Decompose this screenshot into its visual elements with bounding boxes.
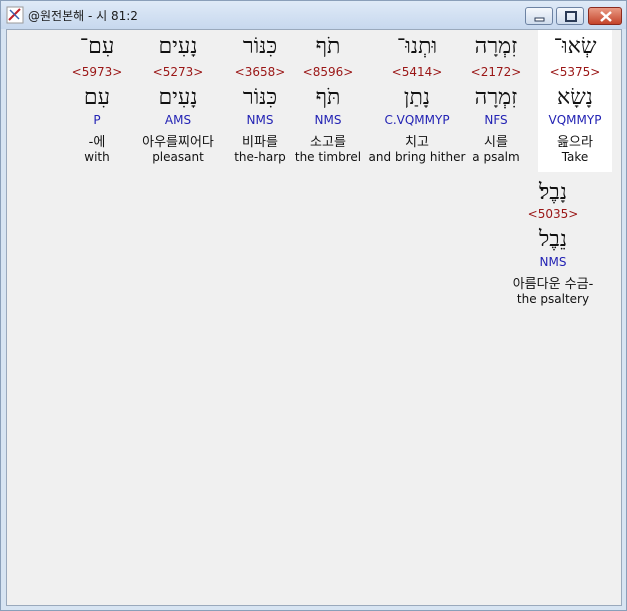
morphology-code: NMS: [246, 113, 274, 127]
morphology-code: NMS: [314, 113, 342, 127]
window-title: @원전본해 - 시 81:2: [28, 9, 138, 23]
korean-gloss: 아우를찌어다: [142, 135, 214, 150]
strong-number[interactable]: <5273>: [127, 65, 229, 79]
english-gloss: the psaltery: [516, 292, 590, 306]
english-gloss: and bring hither: [368, 150, 466, 164]
strong-number[interactable]: <5414>: [364, 65, 470, 79]
hebrew-word: שְׂאוּ־: [553, 34, 597, 59]
strong-number[interactable]: <5035>: [493, 207, 613, 221]
korean-gloss: -에: [88, 135, 106, 150]
hebrew-word: נָבֶל׃: [538, 180, 568, 205]
strong-number[interactable]: <3658>: [227, 65, 293, 79]
hebrew-word: תֹף: [315, 34, 341, 59]
hebrew-lemma: נָעִים: [158, 85, 198, 110]
title-bar[interactable]: @원전본해 - 시 81:2: [1, 1, 626, 29]
korean-gloss: 소고를: [310, 135, 346, 150]
morphology-code: C.VQMMYP: [384, 113, 450, 127]
morphology-code: VQMMYP: [548, 113, 602, 127]
korean-gloss: 아름다운 수금-: [512, 277, 594, 292]
hebrew-lemma: עִם: [83, 85, 111, 110]
hebrew-lemma: כִּנּוֹר: [242, 85, 278, 110]
morphology-code: NMS: [539, 255, 567, 269]
hebrew-lemma: נָשָׂא: [557, 85, 593, 110]
morphology-code: AMS: [164, 113, 192, 127]
korean-gloss: 치고: [405, 135, 429, 150]
english-gloss: the timbrel: [294, 150, 362, 164]
hebrew-word: כִּנּוֹר: [242, 34, 278, 59]
word-column[interactable]: נָבֶל׃ <5035> נֵבֶל NMS 아름다운 수금- the psa…: [493, 176, 613, 312]
app-window: @원전본해 - 시 81:2 שְׂאוּ־ <5375> נָשָׂא VQM…: [0, 0, 627, 611]
minimize-button[interactable]: [525, 7, 553, 25]
maximize-icon: [565, 11, 577, 22]
strong-number[interactable]: <5973>: [67, 65, 127, 79]
word-column[interactable]: תֹף <8596> תֹּף NMS 소고를 the timbrel: [290, 30, 366, 172]
close-icon: [600, 11, 612, 22]
english-gloss: pleasant: [152, 150, 204, 164]
hebrew-word: וּתְנוּ־: [396, 34, 438, 59]
word-column[interactable]: עִם־ <5973> עִם P -에 with: [67, 30, 127, 172]
hebrew-word: עִם־: [79, 34, 115, 59]
korean-gloss: 읊으라: [557, 135, 593, 150]
verse-panel[interactable]: שְׂאוּ־ <5375> נָשָׂא VQMMYP 읊으라 Take זִ…: [6, 29, 622, 606]
english-gloss: Take: [561, 150, 589, 164]
morphology-code: P: [93, 113, 101, 127]
hebrew-lemma: תֹּף: [315, 85, 341, 110]
strong-number[interactable]: <5375>: [538, 65, 612, 79]
close-button[interactable]: [588, 7, 622, 25]
hebrew-lemma: נֵבֶל: [538, 227, 568, 252]
word-column[interactable]: וּתְנוּ־ <5414> נָתַן C.VQMMYP 치고 and br…: [364, 30, 470, 172]
minimize-icon: [534, 17, 545, 22]
word-column[interactable]: כִּנּוֹר <3658> כִּנּוֹר NMS 비파를 the-har…: [227, 30, 293, 172]
word-column[interactable]: שְׂאוּ־ <5375> נָשָׂא VQMMYP 읊으라 Take: [538, 30, 612, 172]
hebrew-word: נָעִים: [158, 34, 198, 59]
strong-number[interactable]: <8596>: [290, 65, 366, 79]
english-gloss: the-harp: [234, 150, 286, 164]
word-column[interactable]: נָעִים <5273> נָעִים AMS 아우를찌어다 pleasant: [127, 30, 229, 172]
maximize-button[interactable]: [556, 7, 584, 25]
korean-gloss: 비파를: [242, 135, 278, 150]
app-logo-icon: [6, 6, 24, 24]
english-gloss: with: [84, 150, 110, 164]
hebrew-lemma: נָתַן: [403, 85, 431, 110]
